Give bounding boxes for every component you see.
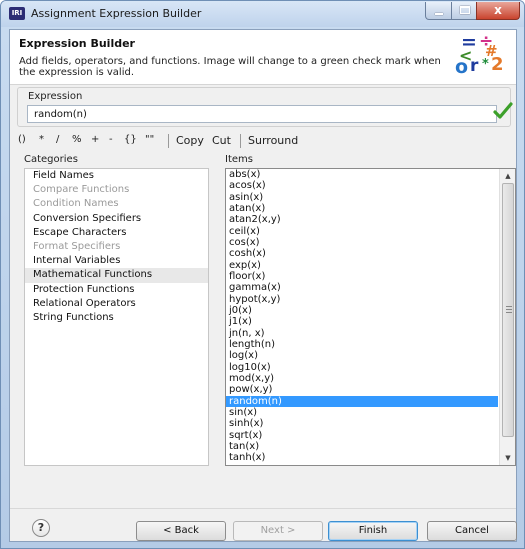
maximize-icon	[460, 6, 470, 14]
category-item[interactable]: Escape Characters	[25, 226, 208, 240]
items-list[interactable]: abs(x) acos(x) asin(x) atan(x) atan2(x,y) cei…	[225, 168, 516, 466]
modulo-button[interactable]: %	[72, 134, 82, 145]
logo-glyph: 2	[491, 54, 504, 75]
logo-glyph: o	[455, 56, 469, 78]
cancel-button[interactable]: Cancel	[427, 521, 517, 541]
function-item[interactable]: floor(x)	[226, 271, 498, 282]
category-item[interactable]: Condition Names	[25, 197, 208, 211]
function-item[interactable]: atan2(x,y)	[226, 214, 498, 225]
maximize-button[interactable]	[451, 2, 477, 20]
function-item[interactable]: hypot(x,y)	[226, 294, 498, 305]
multiply-button[interactable]: *	[39, 134, 44, 145]
function-item[interactable]: exp(x)	[226, 260, 498, 271]
title-bar[interactable]: IRI Assignment Expression Builder x	[1, 1, 524, 27]
green-check-icon	[493, 102, 513, 119]
minimize-icon	[435, 13, 443, 15]
category-item[interactable]: Format Specifiers	[25, 240, 208, 254]
help-button[interactable]: ?	[32, 519, 50, 537]
category-item[interactable]: Internal Variables	[25, 254, 208, 268]
scroll-thumb[interactable]	[502, 183, 514, 437]
function-item[interactable]: cos(x)	[226, 237, 498, 248]
dialog-content: Expression Builder Add fields, operators…	[9, 29, 517, 542]
function-item[interactable]: mod(x,y)	[226, 373, 498, 384]
function-item[interactable]: pow(x,y)	[226, 384, 498, 395]
function-item[interactable]: log10(x)	[226, 362, 498, 373]
quotes-button[interactable]: ""	[145, 134, 154, 145]
app-icon: IRI	[9, 7, 25, 20]
category-item[interactable]: String Functions	[25, 311, 208, 325]
cut-button[interactable]: Cut	[212, 134, 231, 147]
function-item[interactable]: acos(x)	[226, 180, 498, 191]
dialog-window: IRI Assignment Expression Builder x Expr…	[0, 0, 525, 549]
expression-logo-icon: = ÷ < # o r * 2	[455, 31, 511, 80]
copy-button[interactable]: Copy	[176, 134, 204, 147]
divide-button[interactable]: /	[56, 134, 59, 145]
close-button[interactable]: x	[476, 2, 520, 20]
categories-label: Categories	[24, 154, 78, 165]
function-item[interactable]: sinh(x)	[226, 418, 498, 429]
back-button[interactable]: < Back	[136, 521, 226, 541]
function-item[interactable]: sin(x)	[226, 407, 498, 418]
page-description: Add fields, operators, and functions. Im…	[19, 56, 441, 78]
function-item[interactable]: j1(x)	[226, 316, 498, 327]
plus-button[interactable]: +	[91, 134, 99, 145]
function-item[interactable]: abs(x)	[226, 169, 498, 180]
expression-label: Expression	[28, 91, 83, 102]
category-item[interactable]: Mathematical Functions	[25, 268, 208, 283]
scroll-up-icon[interactable]: ▲	[500, 169, 516, 183]
function-item[interactable]: gamma(x)	[226, 282, 498, 293]
function-item[interactable]: asin(x)	[226, 192, 498, 203]
wizard-header: Expression Builder Add fields, operators…	[10, 30, 516, 85]
items-label: Items	[225, 154, 253, 165]
function-item[interactable]: j0(x)	[226, 305, 498, 316]
finish-button[interactable]: Finish	[328, 521, 418, 541]
category-item[interactable]: Relational Operators	[25, 297, 208, 311]
category-item[interactable]: Conversion Specifiers	[25, 212, 208, 226]
function-item[interactable]: log(x)	[226, 350, 498, 361]
grip-icon	[506, 306, 512, 313]
function-item[interactable]: length(n)	[226, 339, 498, 350]
window-title: Assignment Expression Builder	[31, 7, 202, 20]
parentheses-button[interactable]: ()	[18, 134, 26, 145]
category-item[interactable]: Protection Functions	[25, 283, 208, 297]
categories-list[interactable]: Field Names Compare Functions Condition Na…	[24, 168, 209, 466]
category-item[interactable]: Compare Functions	[25, 183, 208, 197]
expression-input[interactable]	[27, 105, 497, 123]
page-title: Expression Builder	[19, 37, 135, 50]
braces-button[interactable]: {}	[124, 134, 137, 145]
function-item[interactable]: ceil(x)	[226, 226, 498, 237]
next-button[interactable]: Next >	[233, 521, 323, 541]
function-item[interactable]: random(n)	[226, 395, 498, 407]
function-item[interactable]: atan(x)	[226, 203, 498, 214]
surround-button[interactable]: Surround	[248, 134, 298, 147]
items-scrollbar[interactable]: ▲ ▼	[499, 169, 515, 465]
category-item[interactable]: Field Names	[25, 169, 208, 183]
scroll-down-icon[interactable]: ▼	[500, 451, 516, 465]
close-icon: x	[494, 3, 502, 17]
toolbar-separator	[168, 134, 169, 148]
toolbar-separator	[240, 134, 241, 148]
logo-glyph: *	[482, 57, 489, 72]
footer-divider	[10, 508, 516, 509]
items-container: abs(x) acos(x) asin(x) atan(x) atan2(x,y) cei…	[226, 169, 515, 464]
logo-glyph: r	[470, 56, 479, 76]
expression-group: Expression	[17, 87, 511, 127]
minus-button[interactable]: -	[109, 134, 113, 145]
operator-toolbar: () * / % + - {} "" Copy Cut Surround	[18, 134, 498, 150]
function-item[interactable]: sqrt(x)	[226, 430, 498, 441]
function-item[interactable]: tanh(x)	[226, 452, 498, 463]
function-item[interactable]: cosh(x)	[226, 248, 498, 259]
function-item[interactable]: jn(n, x)	[226, 328, 498, 339]
minimize-button[interactable]	[425, 2, 452, 20]
function-item[interactable]: tan(x)	[226, 441, 498, 452]
